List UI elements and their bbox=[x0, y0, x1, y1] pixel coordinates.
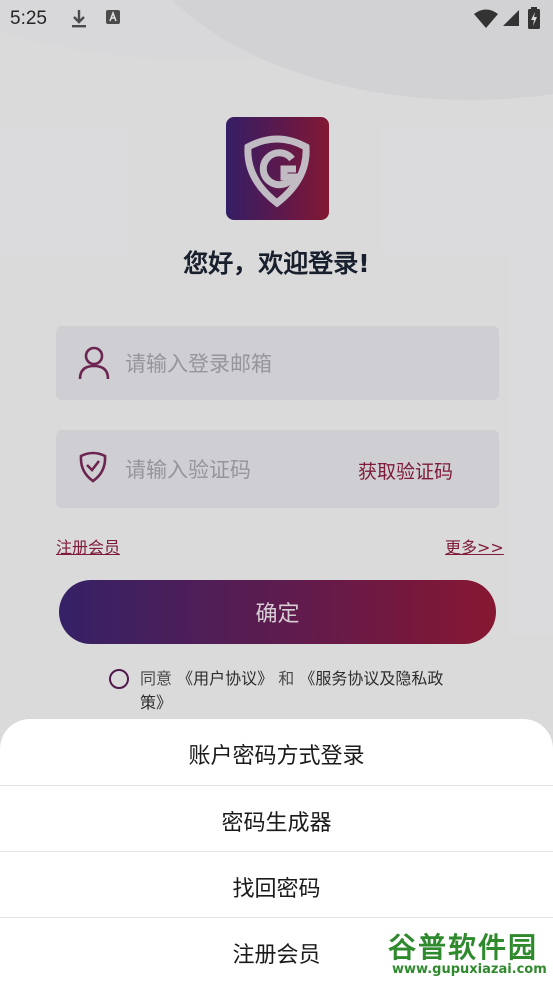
watermark: 谷普软件园 www.gupuxiazai.com bbox=[386, 926, 553, 982]
divider bbox=[0, 851, 553, 852]
sheet-option-recover-password[interactable]: 找回密码 bbox=[0, 871, 553, 903]
divider bbox=[0, 785, 553, 786]
divider bbox=[0, 917, 553, 918]
sheet-option-account-password-login[interactable]: 账户密码方式登录 bbox=[0, 738, 553, 770]
watermark-title: 谷普软件园 bbox=[388, 931, 539, 964]
watermark-url: www.gupuxiazai.com bbox=[392, 962, 547, 977]
sheet-option-password-generator[interactable]: 密码生成器 bbox=[0, 805, 553, 837]
